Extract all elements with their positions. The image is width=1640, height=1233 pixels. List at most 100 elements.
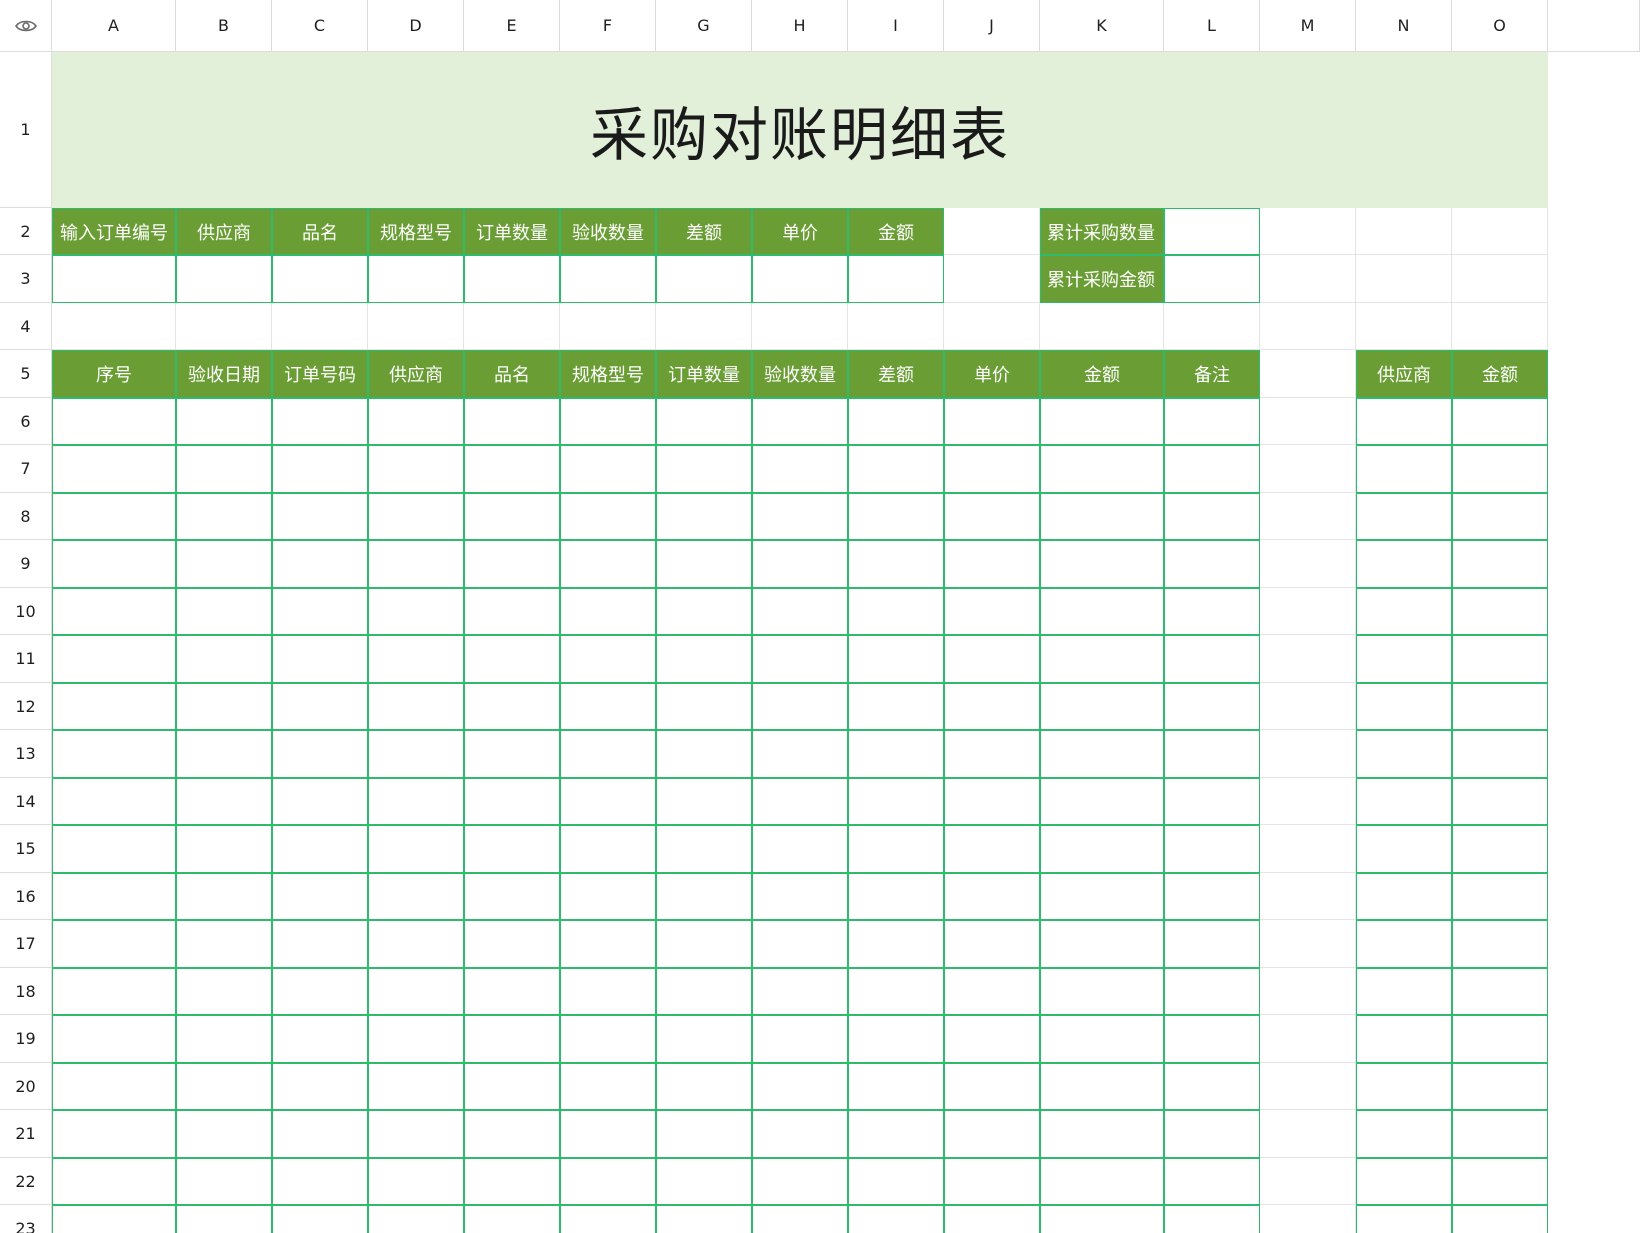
summary-value-cell[interactable] <box>1164 255 1260 303</box>
detail-cell[interactable] <box>656 1205 752 1233</box>
detail-cell[interactable] <box>176 920 272 968</box>
side-cell[interactable] <box>1452 1205 1548 1233</box>
detail-cell[interactable] <box>1040 683 1164 730</box>
side-cell[interactable] <box>1452 683 1548 730</box>
detail-cell[interactable] <box>52 1110 176 1158</box>
grid-cell[interactable] <box>1260 303 1356 350</box>
detail-cell[interactable] <box>1040 445 1164 493</box>
detail-cell[interactable] <box>1164 540 1260 588</box>
side-cell[interactable] <box>1356 445 1452 493</box>
detail-cell[interactable] <box>176 873 272 920</box>
detail-cell[interactable] <box>944 1205 1040 1233</box>
grid-cell[interactable] <box>1356 208 1452 255</box>
grid-cell[interactable] <box>464 303 560 350</box>
detail-cell[interactable] <box>176 398 272 445</box>
detail-cell[interactable] <box>52 398 176 445</box>
grid-cell[interactable] <box>1260 588 1356 635</box>
detail-cell[interactable] <box>464 968 560 1015</box>
detail-cell[interactable] <box>848 778 944 825</box>
detail-cell[interactable] <box>52 540 176 588</box>
grid-cell[interactable] <box>1260 1205 1356 1233</box>
detail-cell[interactable] <box>1040 1015 1164 1063</box>
summary-value-cell[interactable] <box>1164 208 1260 255</box>
detail-cell[interactable] <box>52 920 176 968</box>
detail-cell[interactable] <box>944 635 1040 683</box>
detail-cell[interactable] <box>752 588 848 635</box>
detail-cell[interactable] <box>848 540 944 588</box>
query-result-cell[interactable] <box>464 255 560 303</box>
grid-cell[interactable] <box>1260 1015 1356 1063</box>
row-header-7[interactable]: 7 <box>0 445 52 493</box>
detail-cell[interactable] <box>752 968 848 1015</box>
detail-cell[interactable] <box>1040 873 1164 920</box>
detail-cell[interactable] <box>656 540 752 588</box>
detail-cell[interactable] <box>272 683 368 730</box>
grid-cell[interactable] <box>656 303 752 350</box>
detail-cell[interactable] <box>272 730 368 778</box>
detail-cell[interactable] <box>1164 730 1260 778</box>
grid-cell[interactable] <box>1452 208 1548 255</box>
detail-cell[interactable] <box>52 1158 176 1205</box>
detail-cell[interactable] <box>176 730 272 778</box>
detail-cell[interactable] <box>176 968 272 1015</box>
row-header-18[interactable]: 18 <box>0 968 52 1015</box>
detail-cell[interactable] <box>368 683 464 730</box>
column-header-d[interactable]: D <box>368 0 464 52</box>
detail-cell[interactable] <box>656 1015 752 1063</box>
grid-cell[interactable] <box>1452 303 1548 350</box>
row-header-15[interactable]: 15 <box>0 825 52 873</box>
grid-cell[interactable] <box>1260 445 1356 493</box>
detail-cell[interactable] <box>464 825 560 873</box>
detail-cell[interactable] <box>368 778 464 825</box>
detail-cell[interactable] <box>176 635 272 683</box>
side-cell[interactable] <box>1452 968 1548 1015</box>
detail-cell[interactable] <box>272 825 368 873</box>
detail-cell[interactable] <box>464 1110 560 1158</box>
row-header-23[interactable]: 23 <box>0 1205 52 1233</box>
column-header-h[interactable]: H <box>752 0 848 52</box>
detail-cell[interactable] <box>368 873 464 920</box>
detail-cell[interactable] <box>560 398 656 445</box>
select-all-corner[interactable] <box>0 0 52 52</box>
query-result-cell[interactable] <box>368 255 464 303</box>
detail-cell[interactable] <box>368 540 464 588</box>
detail-cell[interactable] <box>1164 683 1260 730</box>
grid-cell[interactable] <box>1260 778 1356 825</box>
row-header-12[interactable]: 12 <box>0 683 52 730</box>
detail-cell[interactable] <box>368 445 464 493</box>
grid-cell[interactable] <box>848 303 944 350</box>
side-cell[interactable] <box>1356 730 1452 778</box>
detail-cell[interactable] <box>944 398 1040 445</box>
detail-cell[interactable] <box>464 873 560 920</box>
row-header-13[interactable]: 13 <box>0 730 52 778</box>
grid-cell[interactable] <box>1260 635 1356 683</box>
detail-cell[interactable] <box>1040 1158 1164 1205</box>
detail-cell[interactable] <box>1164 1110 1260 1158</box>
row-header-11[interactable]: 11 <box>0 635 52 683</box>
column-header-n[interactable]: N <box>1356 0 1452 52</box>
grid-cell[interactable] <box>1260 540 1356 588</box>
detail-cell[interactable] <box>560 683 656 730</box>
row-header-5[interactable]: 5 <box>0 350 52 398</box>
detail-cell[interactable] <box>656 968 752 1015</box>
query-result-cell[interactable] <box>656 255 752 303</box>
detail-cell[interactable] <box>752 1063 848 1110</box>
detail-cell[interactable] <box>464 588 560 635</box>
detail-cell[interactable] <box>752 398 848 445</box>
detail-cell[interactable] <box>1040 493 1164 540</box>
detail-cell[interactable] <box>560 873 656 920</box>
detail-cell[interactable] <box>368 1205 464 1233</box>
grid-cell[interactable] <box>752 303 848 350</box>
detail-cell[interactable] <box>52 1063 176 1110</box>
detail-cell[interactable] <box>656 730 752 778</box>
detail-cell[interactable] <box>560 1015 656 1063</box>
detail-cell[interactable] <box>944 683 1040 730</box>
detail-cell[interactable] <box>752 730 848 778</box>
column-header-f[interactable]: F <box>560 0 656 52</box>
column-header-g[interactable]: G <box>656 0 752 52</box>
detail-cell[interactable] <box>560 588 656 635</box>
detail-cell[interactable] <box>848 1110 944 1158</box>
grid-cell[interactable] <box>1260 1110 1356 1158</box>
detail-cell[interactable] <box>1164 1063 1260 1110</box>
grid-cell[interactable] <box>272 303 368 350</box>
